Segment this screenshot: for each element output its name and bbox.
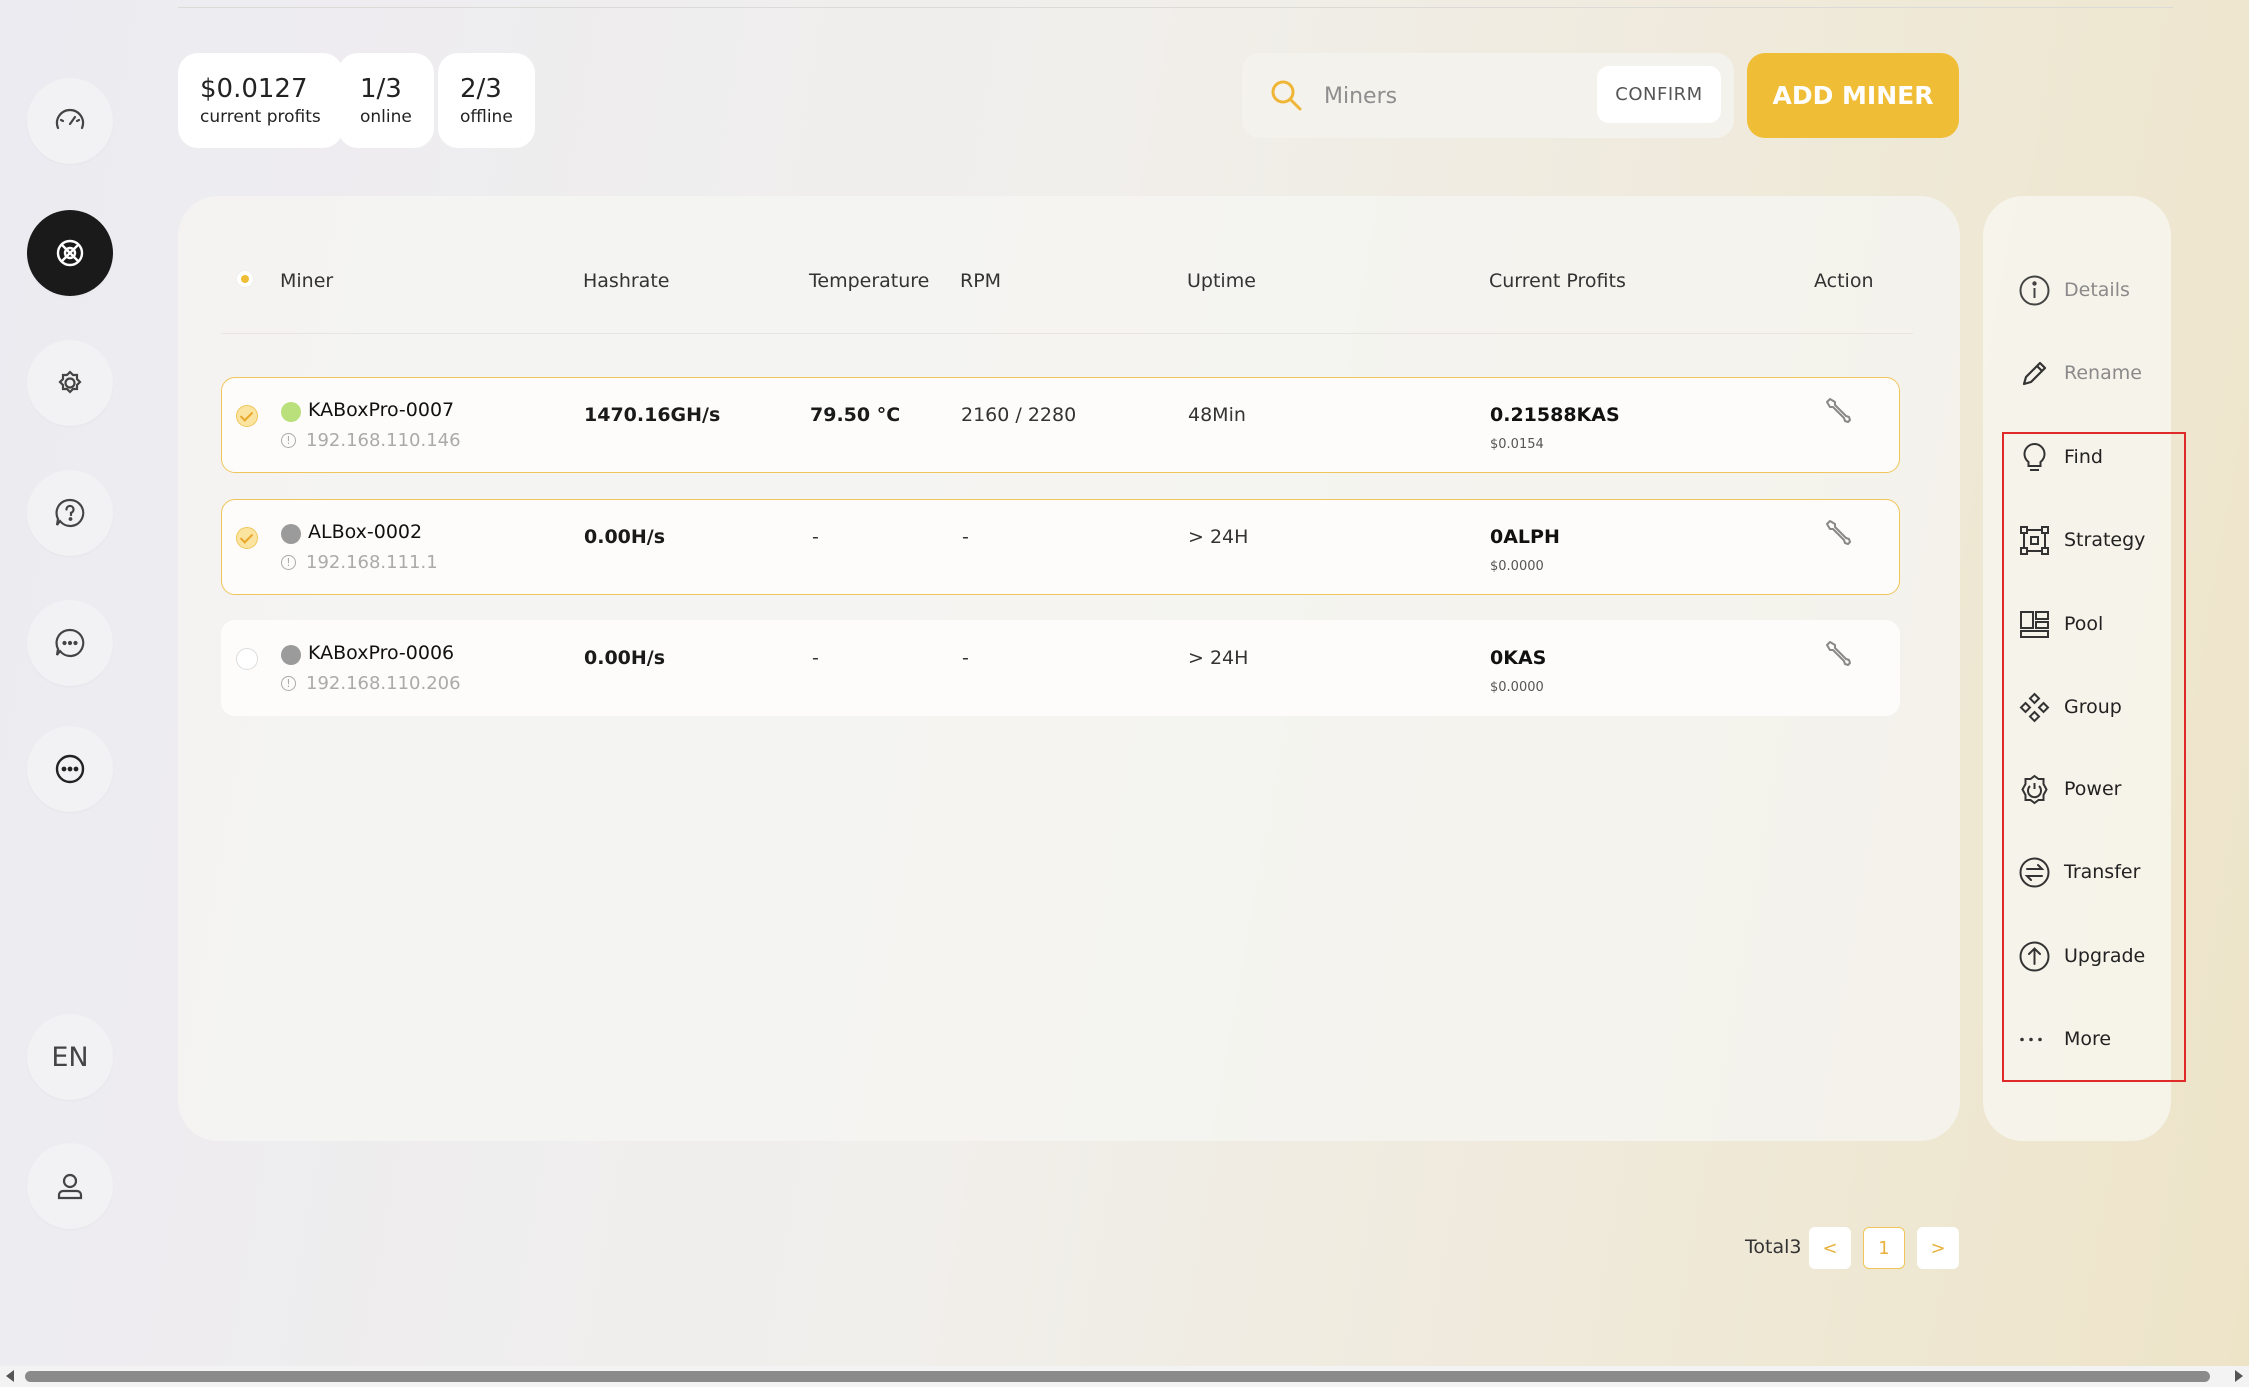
- miner-ip: 192.168.110.206: [306, 673, 461, 694]
- action-details[interactable]: Details: [2018, 270, 2130, 310]
- info-icon[interactable]: !: [281, 676, 296, 691]
- col-header-uptime: Uptime: [1187, 270, 1256, 292]
- uptime-value: > 24H: [1188, 647, 1249, 669]
- stat-label: offline: [460, 107, 513, 128]
- status-dot-online: [281, 402, 301, 422]
- miner-name: ALBox-0002: [308, 521, 423, 543]
- stat-value: 2/3: [460, 73, 502, 104]
- profit-usd: $0.0154: [1490, 437, 1544, 452]
- wrench-icon[interactable]: [1823, 638, 1853, 668]
- stat-label: current profits: [200, 107, 321, 128]
- miner-name: KABoxPro-0007: [308, 399, 455, 421]
- stat-value: $0.0127: [200, 73, 308, 104]
- profit-value: 0ALPH: [1490, 526, 1560, 548]
- nav-settings-button[interactable]: [27, 340, 113, 426]
- table-row[interactable]: ALBox-0002 ! 192.168.111.1 0.00H/s - - >…: [221, 499, 1900, 595]
- language-label: EN: [51, 1041, 89, 1073]
- nav-messages-button[interactable]: [27, 600, 113, 686]
- col-header-current-profits: Current Profits: [1489, 270, 1626, 292]
- col-header-miner: Miner: [280, 270, 334, 292]
- search-bar: CONFIRM: [1242, 53, 1734, 138]
- nav-miners-button[interactable]: [27, 210, 113, 296]
- rpm-value: -: [962, 647, 969, 669]
- action-label: Rename: [2064, 362, 2142, 384]
- info-icon: [2019, 275, 2050, 305]
- status-dot-offline: [281, 645, 301, 665]
- highlight-box: [2002, 432, 2186, 1082]
- temperature-value: -: [812, 647, 819, 669]
- total-count: Total3: [1745, 1236, 1802, 1258]
- profit-value: 0KAS: [1490, 647, 1547, 669]
- more-icon: [55, 754, 85, 784]
- stat-online: 1/3 online: [338, 53, 434, 148]
- pencil-icon: [2022, 361, 2047, 385]
- profit-usd: $0.0000: [1490, 559, 1544, 574]
- prev-page-button[interactable]: <: [1809, 1227, 1851, 1269]
- stat-value: 1/3: [360, 73, 402, 104]
- help-icon: [55, 498, 85, 528]
- speedometer-icon: [55, 108, 85, 130]
- temperature-value: 79.50 °C: [810, 404, 901, 426]
- temperature-value: -: [812, 526, 819, 548]
- table-row[interactable]: KABoxPro-0007 ! 192.168.110.146 1470.16G…: [221, 377, 1900, 473]
- table-row[interactable]: KABoxPro-0006 ! 192.168.110.206 0.00H/s …: [221, 620, 1900, 716]
- stat-offline: 2/3 offline: [438, 53, 535, 148]
- action-label: Details: [2064, 279, 2130, 301]
- user-icon: [57, 1173, 83, 1200]
- row-checkbox[interactable]: [236, 527, 258, 549]
- row-checkbox[interactable]: [236, 405, 258, 427]
- nav-dashboard-button[interactable]: [27, 78, 113, 164]
- miner-icon: [56, 239, 84, 267]
- uptime-value: > 24H: [1188, 526, 1249, 548]
- rpm-value: 2160 / 2280: [961, 404, 1077, 426]
- hashrate-value: 1470.16GH/s: [584, 404, 721, 426]
- miner-name: KABoxPro-0006: [308, 642, 455, 664]
- stat-label: online: [360, 107, 412, 128]
- info-icon[interactable]: !: [281, 555, 296, 570]
- scrollbar-thumb[interactable]: [25, 1371, 2210, 1382]
- nav-more-button[interactable]: [27, 726, 113, 812]
- row-checkbox[interactable]: [236, 648, 258, 670]
- top-divider: [178, 7, 2173, 8]
- col-header-action: Action: [1814, 270, 1874, 292]
- next-page-button[interactable]: >: [1917, 1227, 1959, 1269]
- hashrate-value: 0.00H/s: [584, 526, 666, 548]
- select-all-checkbox[interactable]: [236, 270, 254, 288]
- chat-icon: [55, 628, 85, 658]
- wrench-icon[interactable]: [1823, 395, 1853, 425]
- col-header-temperature: Temperature: [809, 270, 930, 292]
- profit-value: 0.21588KAS: [1490, 404, 1620, 426]
- settings-icon: [58, 370, 82, 394]
- miner-ip: 192.168.111.1: [306, 552, 438, 573]
- col-header-rpm: RPM: [960, 270, 1002, 292]
- search-icon: [1271, 80, 1302, 111]
- scroll-left-arrow[interactable]: [6, 1370, 14, 1382]
- nav-help-button[interactable]: [27, 470, 113, 556]
- add-miner-button[interactable]: ADD MINER: [1747, 53, 1959, 138]
- header-divider: [221, 333, 1913, 334]
- profit-usd: $0.0000: [1490, 680, 1544, 695]
- col-header-hashrate: Hashrate: [583, 270, 670, 292]
- status-dot-offline: [281, 524, 301, 544]
- uptime-value: 48Min: [1188, 404, 1246, 426]
- page-button-current[interactable]: 1: [1863, 1227, 1905, 1269]
- wrench-icon[interactable]: [1823, 517, 1853, 547]
- miner-ip: 192.168.110.146: [306, 430, 461, 451]
- language-button[interactable]: EN: [27, 1014, 113, 1100]
- horizontal-scrollbar[interactable]: [0, 1366, 2249, 1387]
- stat-current-profits: $0.0127 current profits: [178, 53, 343, 148]
- action-rename[interactable]: Rename: [2018, 353, 2142, 393]
- scroll-right-arrow[interactable]: [2235, 1370, 2243, 1382]
- hashrate-value: 0.00H/s: [584, 647, 666, 669]
- confirm-button[interactable]: CONFIRM: [1597, 66, 1721, 123]
- info-icon[interactable]: !: [281, 433, 296, 448]
- search-input[interactable]: [1322, 73, 1626, 119]
- user-button[interactable]: [27, 1143, 113, 1229]
- rpm-value: -: [962, 526, 969, 548]
